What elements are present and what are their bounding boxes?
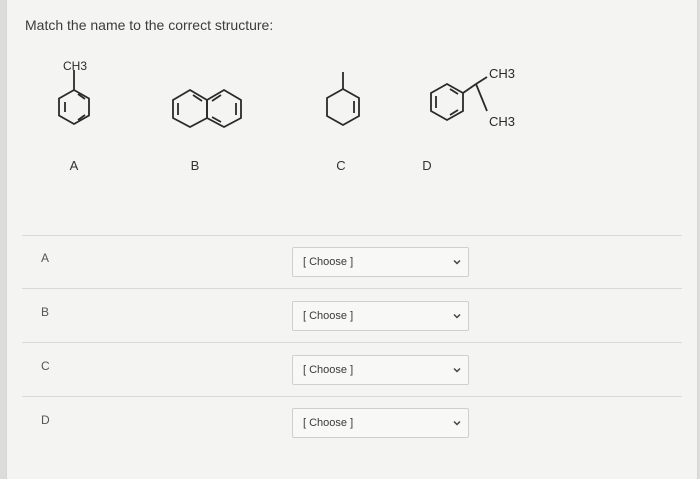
row-divider [22, 288, 682, 289]
row-divider [22, 342, 682, 343]
select-value: [ Choose ] [303, 256, 354, 268]
row-letter-d: D [41, 413, 50, 427]
structures-area: CH3 CH3 CH3 [58, 59, 515, 129]
chevron-down-icon [453, 420, 461, 426]
structure-label-a: A [69, 158, 79, 173]
answer-select-d[interactable]: [ Choose ] [292, 408, 469, 438]
answer-select-a[interactable]: [ Choose ] [292, 247, 469, 277]
select-value: [ Choose ] [303, 364, 354, 376]
select-value: [ Choose ] [303, 417, 354, 429]
row-divider [22, 235, 682, 236]
row-letter-c: C [41, 359, 50, 373]
select-value: [ Choose ] [303, 310, 354, 322]
row-divider [22, 396, 682, 397]
naphthalene-structure [172, 88, 242, 129]
dimethylbenzene-structure [430, 76, 488, 122]
answer-select-b[interactable]: [ Choose ] [292, 301, 469, 331]
methylcyclohexene-structure [326, 72, 360, 127]
row-letter-b: B [41, 305, 50, 319]
chevron-down-icon [453, 367, 461, 373]
toluene-ch3-label: CH3 [63, 59, 87, 73]
answer-select-c[interactable]: [ Choose ] [292, 355, 469, 385]
dimethylbenzene-ch3-bottom-label: CH3 [489, 114, 515, 129]
structure-label-b: B [190, 158, 200, 173]
toluene-structure [58, 70, 90, 126]
chevron-down-icon [453, 259, 461, 265]
dimethylbenzene-ch3-top-label: CH3 [489, 66, 515, 81]
chevron-down-icon [453, 313, 461, 319]
row-letter-a: A [41, 251, 50, 265]
question-panel: Match the name to the correct structure:… [6, 0, 698, 479]
structure-label-c: C [336, 158, 346, 173]
structure-label-d: D [422, 158, 432, 173]
